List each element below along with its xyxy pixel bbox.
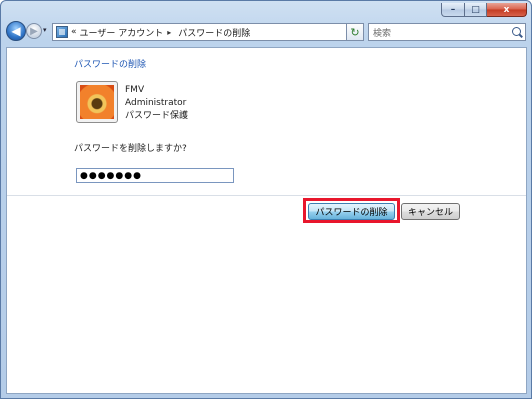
user-role: Administrator — [125, 98, 187, 108]
content-pane: パスワードの削除 FMV Administrator パスワード保護 パスワード… — [6, 47, 527, 394]
flower-avatar-icon — [80, 85, 114, 119]
navigation-bar: ◀ ▶ ▾ « ユーザー アカウント ▸ パスワードの削除 ▾ ↻ 検索 — [1, 19, 531, 45]
window: – □ x ◀ ▶ ▾ « ユーザー アカウント ▸ パスワードの削除 ▾ ↻ … — [0, 0, 532, 399]
address-prefix[interactable]: « — [71, 27, 77, 37]
recent-pages-dropdown[interactable]: ▾ — [43, 26, 47, 34]
minimize-button[interactable]: – — [441, 3, 465, 17]
page-title: パスワードの削除 — [74, 60, 147, 70]
breadcrumb-user-accounts[interactable]: ユーザー アカウント — [80, 26, 164, 39]
address-bar[interactable]: « ユーザー アカウント ▸ パスワードの削除 ▾ — [52, 23, 364, 41]
maximize-button[interactable]: □ — [465, 3, 487, 17]
refresh-icon: ↻ — [350, 25, 360, 39]
remove-password-button[interactable]: パスワードの削除 — [308, 203, 395, 220]
forward-arrow-icon: ▶ — [30, 25, 38, 37]
caption-buttons: – □ x — [441, 3, 527, 17]
close-button[interactable]: x — [487, 3, 527, 17]
breadcrumb-remove-password[interactable]: パスワードの削除 — [178, 26, 250, 39]
back-arrow-icon: ◀ — [11, 24, 21, 38]
control-panel-icon — [56, 26, 68, 38]
search-icon[interactable] — [512, 27, 521, 36]
cancel-button[interactable]: キャンセル — [401, 203, 460, 220]
search-placeholder: 検索 — [373, 28, 392, 39]
confirm-prompt: パスワードを削除しますか? — [74, 144, 187, 154]
user-name: FMV — [125, 85, 145, 95]
forward-button[interactable]: ▶ — [26, 23, 42, 39]
search-box[interactable]: 検索 — [368, 23, 526, 41]
back-button[interactable]: ◀ — [6, 21, 26, 41]
divider — [7, 195, 526, 196]
breadcrumb-separator[interactable]: ▸ — [167, 28, 171, 37]
user-password-status: パスワード保護 — [125, 111, 189, 121]
refresh-button[interactable]: ↻ — [346, 23, 364, 41]
password-field[interactable]: ●●●●●●● — [76, 168, 234, 183]
user-picture — [76, 81, 118, 123]
